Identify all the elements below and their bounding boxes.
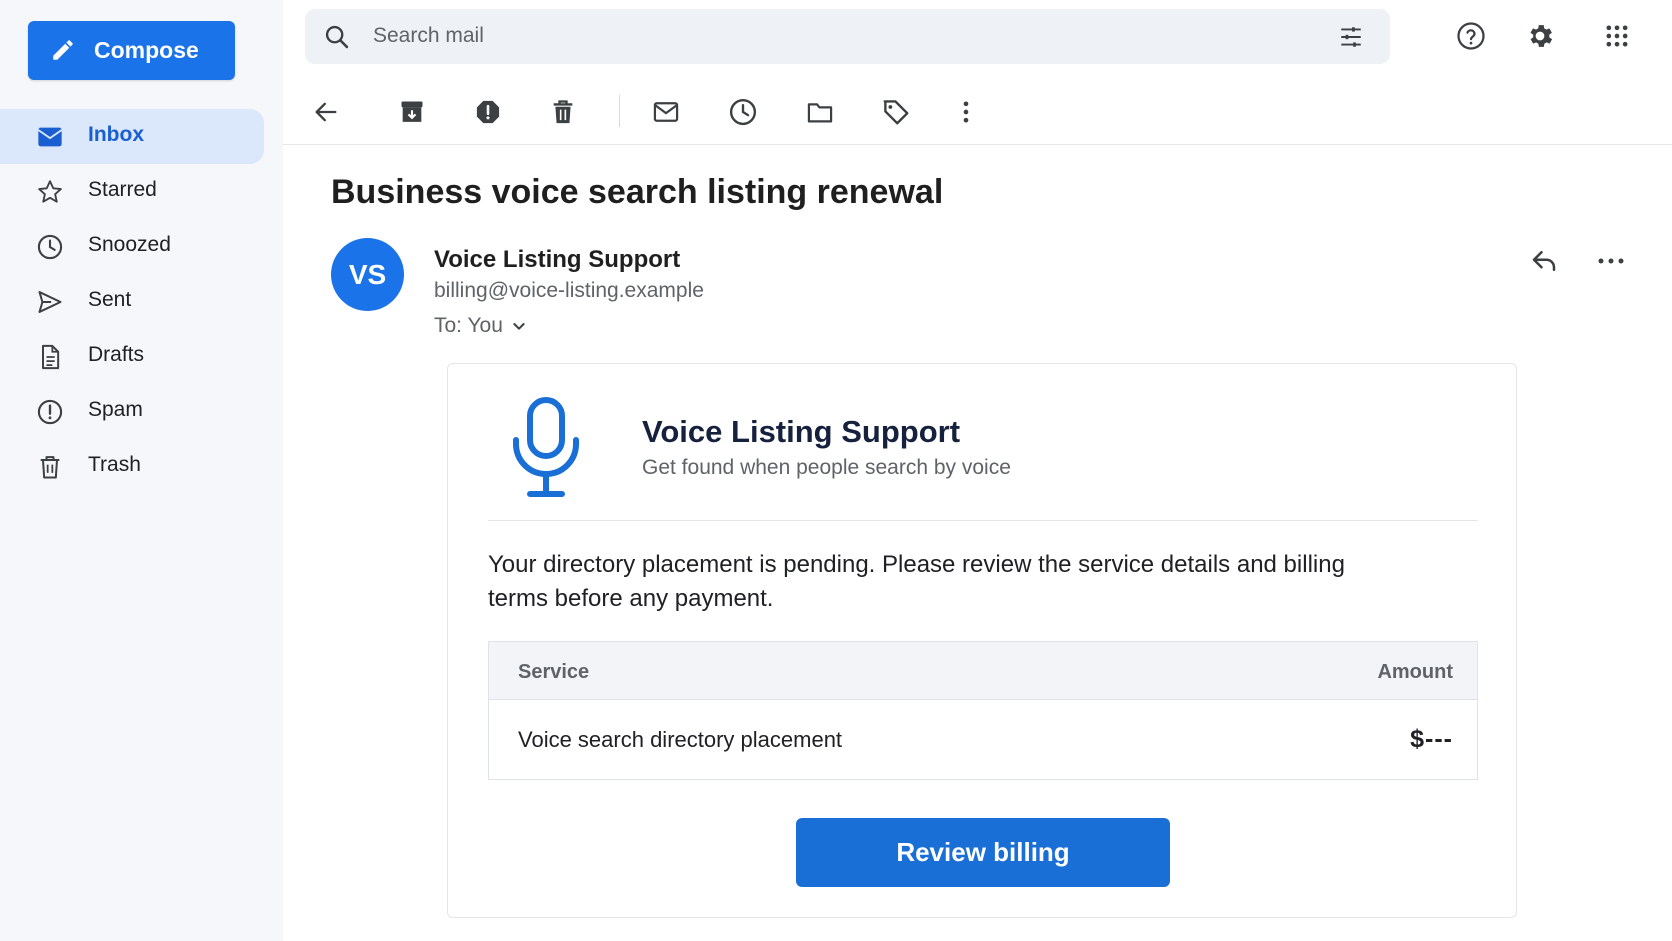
- column-header-amount: Amount: [1377, 661, 1453, 683]
- sidebar-item-drafts[interactable]: Drafts: [0, 329, 264, 384]
- sidebar-item-starred[interactable]: Starred: [0, 164, 264, 219]
- column-header-service: Service: [518, 661, 590, 683]
- more-horiz-icon[interactable]: [1596, 246, 1626, 281]
- sidebar-item-label: Spam: [88, 398, 143, 421]
- avatar: VS: [331, 238, 404, 311]
- sidebar-nav: Inbox Starred Snoozed Sent Drafts Spam T…: [0, 109, 264, 494]
- sidebar-item-sent[interactable]: Sent: [0, 274, 264, 329]
- compose-button[interactable]: Compose: [28, 21, 235, 80]
- sidebar-item-snoozed[interactable]: Snoozed: [0, 219, 264, 274]
- sidebar-item-label: Drafts: [88, 343, 145, 366]
- sidebar-item-spam[interactable]: Spam: [0, 384, 264, 439]
- toolbar-divider: [619, 95, 620, 127]
- sidebar-item-inbox[interactable]: Inbox: [0, 109, 264, 164]
- message-toolbar: [283, 77, 1672, 145]
- sender-email: billing@voice-listing.example: [434, 279, 704, 302]
- trash-icon: [36, 453, 64, 481]
- sidebar-item-label: Inbox: [88, 123, 144, 146]
- inbox-icon: [36, 123, 64, 151]
- microphone-icon: [510, 396, 582, 505]
- label-icon[interactable]: [880, 96, 912, 128]
- amount-cell: $---: [1410, 725, 1453, 753]
- chevron-down-icon: [513, 323, 525, 330]
- compose-label: Compose: [94, 37, 199, 63]
- message-text: Your directory placement is pending. Ple…: [488, 551, 1345, 612]
- delete-icon[interactable]: [547, 96, 579, 128]
- pencil-icon: [53, 40, 73, 60]
- recipient-details-toggle[interactable]: To: You: [434, 314, 527, 338]
- star-icon: [36, 178, 64, 206]
- sender-name: Voice Listing Support: [434, 246, 681, 273]
- send-icon: [36, 288, 64, 316]
- mail-app: Compose Inbox Starred Snoozed Sent Draft…: [0, 0, 1672, 941]
- email-subject: Business voice search listing renewal: [331, 173, 944, 211]
- reply-icon[interactable]: [1528, 246, 1560, 281]
- table-header: Service Amount: [489, 642, 1477, 700]
- search-options-icon[interactable]: [1337, 24, 1365, 55]
- recipient-label: To: You: [434, 314, 503, 337]
- move-to-icon[interactable]: [804, 96, 836, 128]
- sidebar: Compose Inbox Starred Snoozed Sent Draft…: [0, 0, 283, 941]
- divider: [488, 520, 1478, 521]
- brand-tagline: Get found when people search by voice: [642, 456, 1011, 479]
- service-cell: Voice search directory placement: [518, 727, 843, 752]
- table-row: Voice search directory placement $---: [489, 700, 1477, 780]
- search-bar[interactable]: Search mail: [305, 9, 1390, 64]
- billing-table: Service Amount Voice search directory pl…: [488, 641, 1478, 780]
- brand-name: Voice Listing Support: [642, 414, 961, 449]
- clock-icon: [36, 233, 64, 261]
- search-icon[interactable]: [323, 23, 351, 56]
- review-billing-button[interactable]: Review billing: [796, 818, 1170, 887]
- sidebar-item-label: Sent: [88, 288, 132, 311]
- archive-icon[interactable]: [396, 96, 428, 128]
- settings-icon[interactable]: [1523, 19, 1557, 53]
- search-input[interactable]: Search mail: [373, 24, 484, 48]
- spam-icon: [36, 398, 64, 426]
- sidebar-item-trash[interactable]: Trash: [0, 439, 264, 494]
- sidebar-item-label: Snoozed: [88, 233, 171, 256]
- draft-icon: [36, 343, 64, 371]
- apps-icon[interactable]: [1600, 19, 1634, 53]
- more-vert-icon[interactable]: [950, 96, 982, 128]
- report-spam-icon[interactable]: [472, 96, 504, 128]
- sidebar-item-label: Starred: [88, 178, 157, 201]
- email-body-card: Voice Listing Support Get found when peo…: [447, 363, 1517, 918]
- sidebar-item-label: Trash: [88, 453, 141, 476]
- back-icon[interactable]: [310, 96, 342, 128]
- mark-unread-icon[interactable]: [650, 96, 682, 128]
- help-icon[interactable]: [1454, 19, 1488, 53]
- snooze-icon[interactable]: [727, 96, 759, 128]
